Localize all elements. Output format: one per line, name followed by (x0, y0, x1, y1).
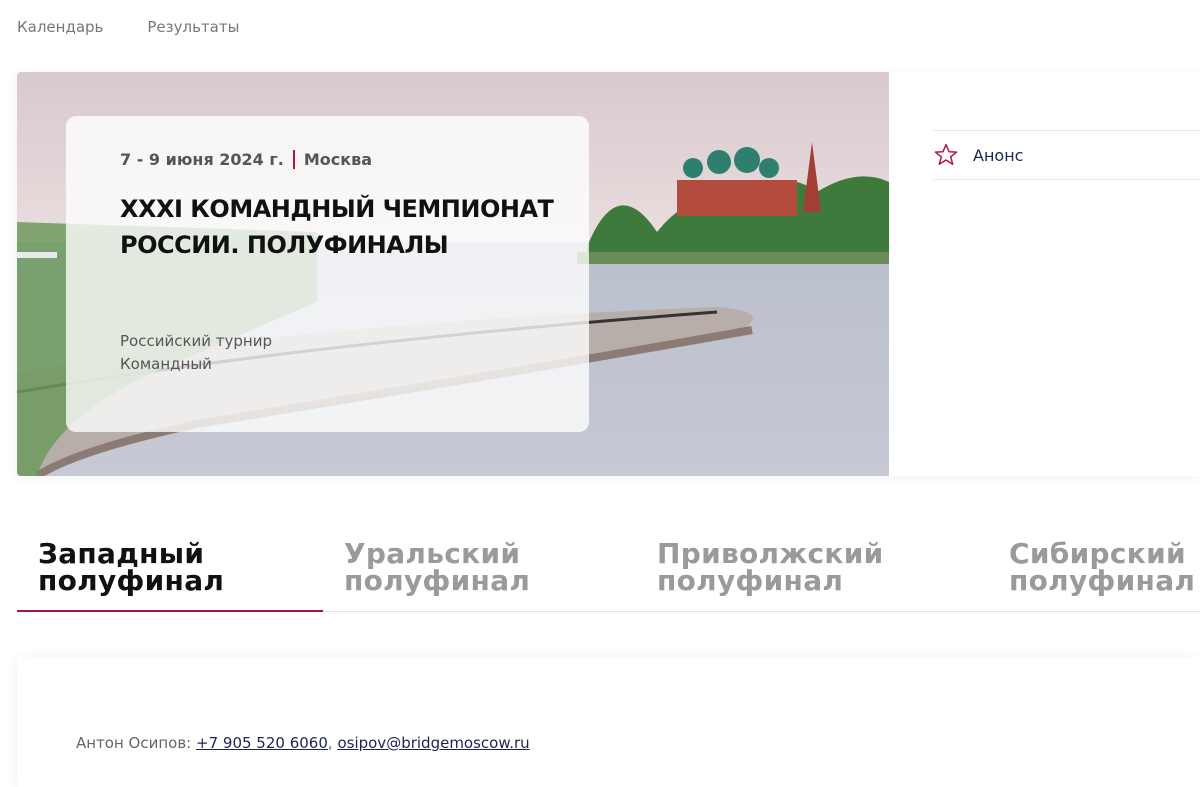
event-hero: 7 - 9 июня 2024 г. Москва XXXI КОМАНДНЫЙ… (17, 72, 1200, 476)
nav-results-link[interactable]: Результаты (147, 18, 239, 36)
star-outline-icon (933, 142, 959, 168)
tab-label-line1: Уральский (344, 537, 521, 570)
event-info-card: 7 - 9 июня 2024 г. Москва XXXI КОМАНДНЫЙ… (66, 116, 589, 432)
contact-line: Антон Осипов: +7 905 520 6060, osipov@br… (76, 734, 530, 752)
nav-calendar-link[interactable]: Календарь (17, 18, 103, 36)
contact-section: Антон Осипов: +7 905 520 6060, osipov@br… (17, 657, 1200, 787)
tab-siberian-semifinal[interactable]: Сибирский полуфинал (1009, 537, 1196, 597)
event-status: Анонс (933, 130, 1200, 180)
event-title: XXXI КОМАНДНЫЙ ЧЕМПИОНАТ РОССИИ. ПОЛУФИН… (120, 195, 554, 259)
active-tab-indicator (17, 610, 323, 612)
tab-label-line1: Сибирский (1009, 537, 1186, 570)
tab-label-line2: полуфинал (657, 564, 844, 597)
semifinal-tabs: Западный полуфинал Уральский полуфинал П… (17, 540, 1200, 612)
event-tag-type: Российский турнир (120, 332, 272, 350)
event-tags: Российский турнир Командный (120, 330, 272, 376)
event-tag-format: Командный (120, 355, 212, 373)
tab-volga-semifinal[interactable]: Приволжский полуфинал (657, 537, 884, 597)
tab-western-semifinal[interactable]: Западный полуфинал (38, 537, 225, 597)
contact-email-link[interactable]: osipov@bridgemoscow.ru (337, 734, 529, 752)
event-city: Москва (303, 150, 373, 169)
tab-ural-semifinal[interactable]: Уральский полуфинал (344, 537, 531, 597)
contact-name: Антон Осипов: (76, 734, 192, 752)
contact-separator: , (327, 734, 333, 752)
tab-label-line2: полуфинал (1009, 564, 1196, 597)
event-banner-image: 7 - 9 июня 2024 г. Москва XXXI КОМАНДНЫЙ… (17, 72, 889, 476)
meta-separator (292, 150, 295, 169)
tab-label-line2: полуфинал (344, 564, 531, 597)
event-meta: 7 - 9 июня 2024 г. Москва (120, 150, 589, 169)
tab-label-line1: Приволжский (657, 537, 884, 570)
event-dates: 7 - 9 июня 2024 г. (120, 150, 284, 169)
status-label: Анонс (973, 145, 1024, 165)
contact-phone-link[interactable]: +7 905 520 6060 (196, 734, 328, 752)
tab-label-line1: Западный (38, 537, 205, 570)
tab-label-line2: полуфинал (38, 564, 225, 597)
top-nav: Календарь Результаты (17, 18, 239, 36)
